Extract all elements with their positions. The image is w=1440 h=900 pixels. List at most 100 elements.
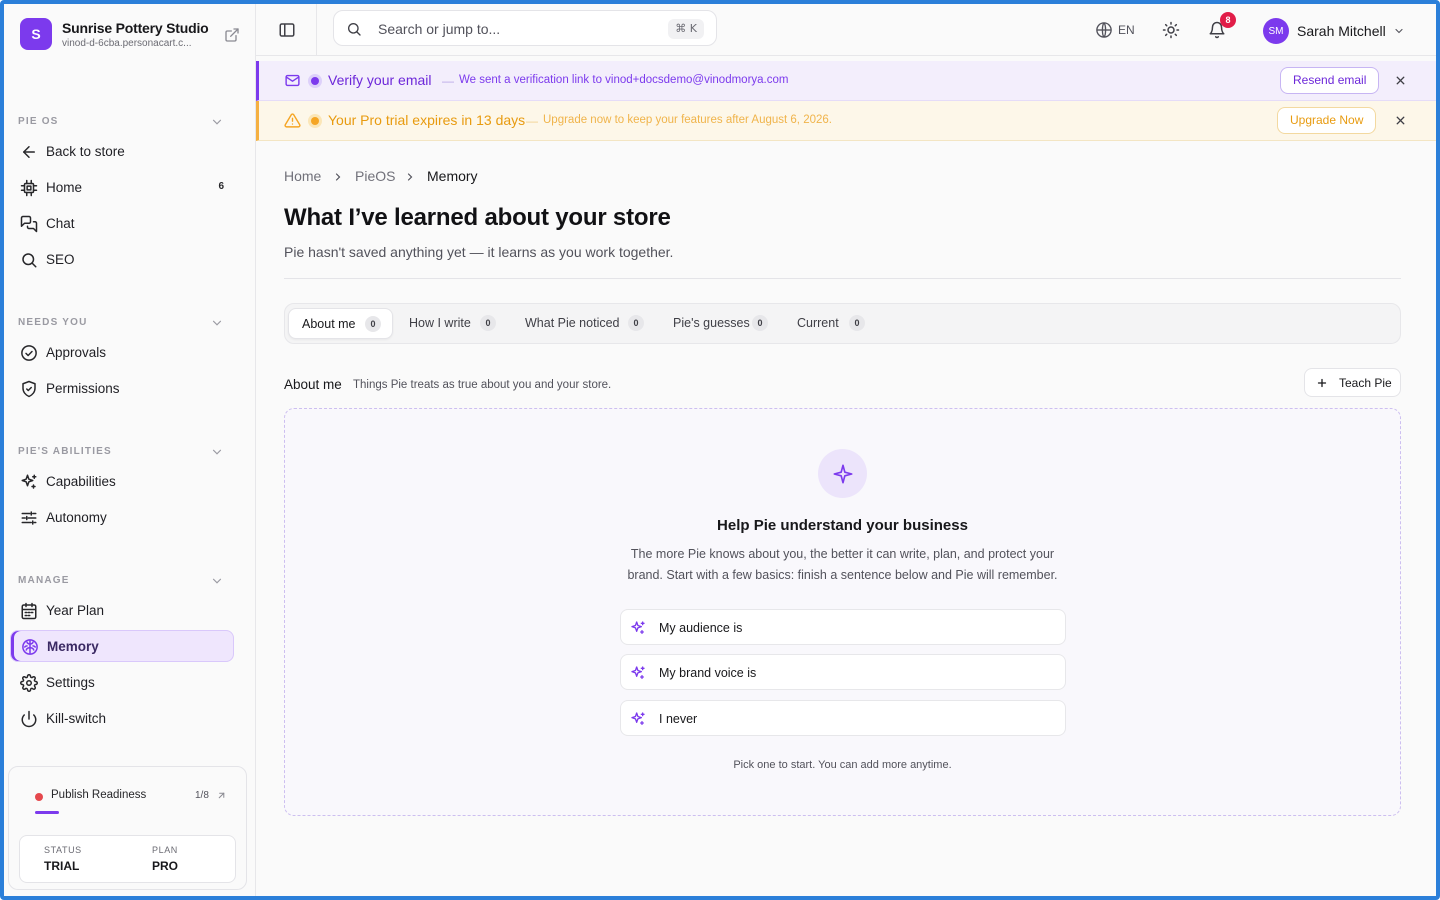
sliders-icon [20,509,38,527]
close-icon[interactable] [1394,74,1407,87]
sparkle-icon [818,449,867,498]
calendar-icon [20,602,38,620]
tab-how-i-write[interactable]: How I write 0 [397,308,507,339]
plus-icon [1316,377,1328,389]
section-description: Things Pie treats as true about you and … [353,379,612,391]
sidebar-item-autonomy[interactable]: Autonomy [10,502,234,534]
breadcrumb-current: Memory [427,168,478,184]
sidebar-item-approvals[interactable]: Approvals [10,337,234,369]
section-title: PIE'S ABILITIES [18,446,112,457]
sidebar-item-home[interactable]: Home 6 [10,172,234,204]
sidebar-item-year-plan[interactable]: Year Plan [10,595,234,627]
section-header-pie-os[interactable]: PIE OS [18,114,224,130]
tab-count: 0 [849,315,865,331]
teach-pie-label: Teach Pie [1339,376,1392,390]
prompt-label: I never [659,712,698,726]
sidebar-item-seo[interactable]: SEO [10,244,234,276]
sidebar-item-label: Permissions [46,381,120,396]
tab-current[interactable]: Current 0 [785,308,875,339]
empty-state-title: Help Pie understand your business [717,517,968,534]
status-dot [311,117,319,125]
sparkles-icon [20,473,38,491]
sidebar-item-label: Kill-switch [46,711,107,726]
avatar[interactable]: SM [1263,18,1289,44]
theme-toggle-sun-icon[interactable] [1162,21,1180,39]
banner-title: Verify your email [328,72,432,88]
sidebar-item-label: Year Plan [46,603,105,618]
section-header-abilities[interactable]: PIE'S ABILITIES [18,444,224,460]
tab-what-pie-noticed[interactable]: What Pie noticed 0 [513,308,653,339]
sidebar-toggle-icon[interactable] [278,21,296,39]
globe-icon[interactable] [1095,21,1113,39]
sidebar-item-label: Back to store [46,144,125,159]
divider [284,278,1401,279]
prompt-i-never-button[interactable]: I never [620,700,1066,736]
store-switcher[interactable]: S Sunrise Pottery Studio vinod-d-6cba.pe… [20,18,240,52]
tab-label: Pie's guesses [673,316,750,330]
chevron-down-icon[interactable] [1393,25,1405,37]
sidebar-item-settings[interactable]: Settings [10,667,234,699]
tab-label: How I write [409,316,471,330]
status-dot [35,793,43,801]
sidebar-item-back-to-store[interactable]: Back to store [10,136,234,168]
upgrade-now-button[interactable]: Upgrade Now [1277,107,1377,134]
status-key: STATUS [44,845,82,855]
tab-label: Current [797,316,839,330]
gear-icon [20,674,38,692]
page-title: What I’ve learned about your store [284,204,671,231]
store-logo: S [20,18,52,50]
chevron-down-icon [210,316,224,330]
trial-expiry-banner: Your Pro trial expires in 13 days — Upgr… [256,101,1436,141]
plan-key: PLAN [152,845,178,855]
banner-title: Your Pro trial expires in 13 days [328,112,526,128]
prompt-label: My brand voice is [659,666,757,680]
empty-state: Help Pie understand your business The mo… [284,408,1401,816]
section-title: NEEDS YOU [18,317,88,328]
main-content: Home PieOS Memory What I’ve learned abou… [256,142,1436,896]
tab-label: About me [302,317,356,331]
chevron-down-icon [210,445,224,459]
sidebar-item-capabilities[interactable]: Capabilities [10,466,234,498]
sidebar-item-label: Capabilities [46,474,116,489]
sidebar-item-permissions[interactable]: Permissions [10,373,234,405]
language-selector[interactable]: EN [1118,23,1135,37]
app-window: S Sunrise Pottery Studio vinod-d-6cba.pe… [0,0,1440,900]
section-header-needs-you[interactable]: NEEDS YOU [18,315,224,331]
arrow-up-right-icon[interactable] [216,790,227,801]
empty-state-description: The more Pie knows about you, the better… [627,547,1058,582]
resend-email-button[interactable]: Resend email [1280,67,1380,94]
breadcrumb-home[interactable]: Home [284,168,321,184]
mail-icon [284,72,301,89]
tab-label: What Pie noticed [525,316,620,330]
sidebar-item-label: SEO [46,252,75,267]
plan-status-box: STATUS TRIAL PLAN PRO [19,835,236,883]
chip-icon [20,179,38,197]
tab-pies-guesses[interactable]: Pie's guesses 0 [661,308,776,339]
prompt-audience-button[interactable]: My audience is [620,609,1066,645]
page-subtitle: Pie hasn't saved anything yet — it learn… [284,244,674,260]
chevron-down-icon [210,574,224,588]
sidebar-item-kill-switch[interactable]: Kill-switch [10,703,234,735]
chat-bubbles-icon [20,215,38,233]
user-name[interactable]: Sarah Mitchell [1297,23,1386,39]
tab-count: 0 [628,315,644,331]
check-circle-icon [20,344,38,362]
status-dot [311,77,319,85]
search-icon [346,21,362,37]
prompt-brand-voice-button[interactable]: My brand voice is [620,654,1066,690]
sidebar-item-memory[interactable]: Memory [10,630,234,662]
banner-message: Upgrade now to keep your features after … [543,114,832,126]
close-icon[interactable] [1394,114,1407,127]
search-input[interactable]: Search or jump to... ⌘ K [333,10,717,46]
sidebar-item-chat[interactable]: Chat [10,208,234,240]
plan-value: PRO [152,859,179,873]
breadcrumb-pieos[interactable]: PieOS [355,168,395,184]
sidebar-item-label: Memory [47,639,99,654]
tab-count: 0 [365,316,381,332]
external-link-icon[interactable] [224,27,240,43]
sidebar-item-label: Autonomy [46,510,107,525]
teach-pie-button[interactable]: Teach Pie [1304,368,1401,397]
section-header-manage[interactable]: MANAGE [18,573,224,589]
tab-about-me[interactable]: About me 0 [288,308,393,339]
publish-readiness-card[interactable]: Publish Readiness 1/8 STATUS TRIAL PLAN … [8,766,247,890]
